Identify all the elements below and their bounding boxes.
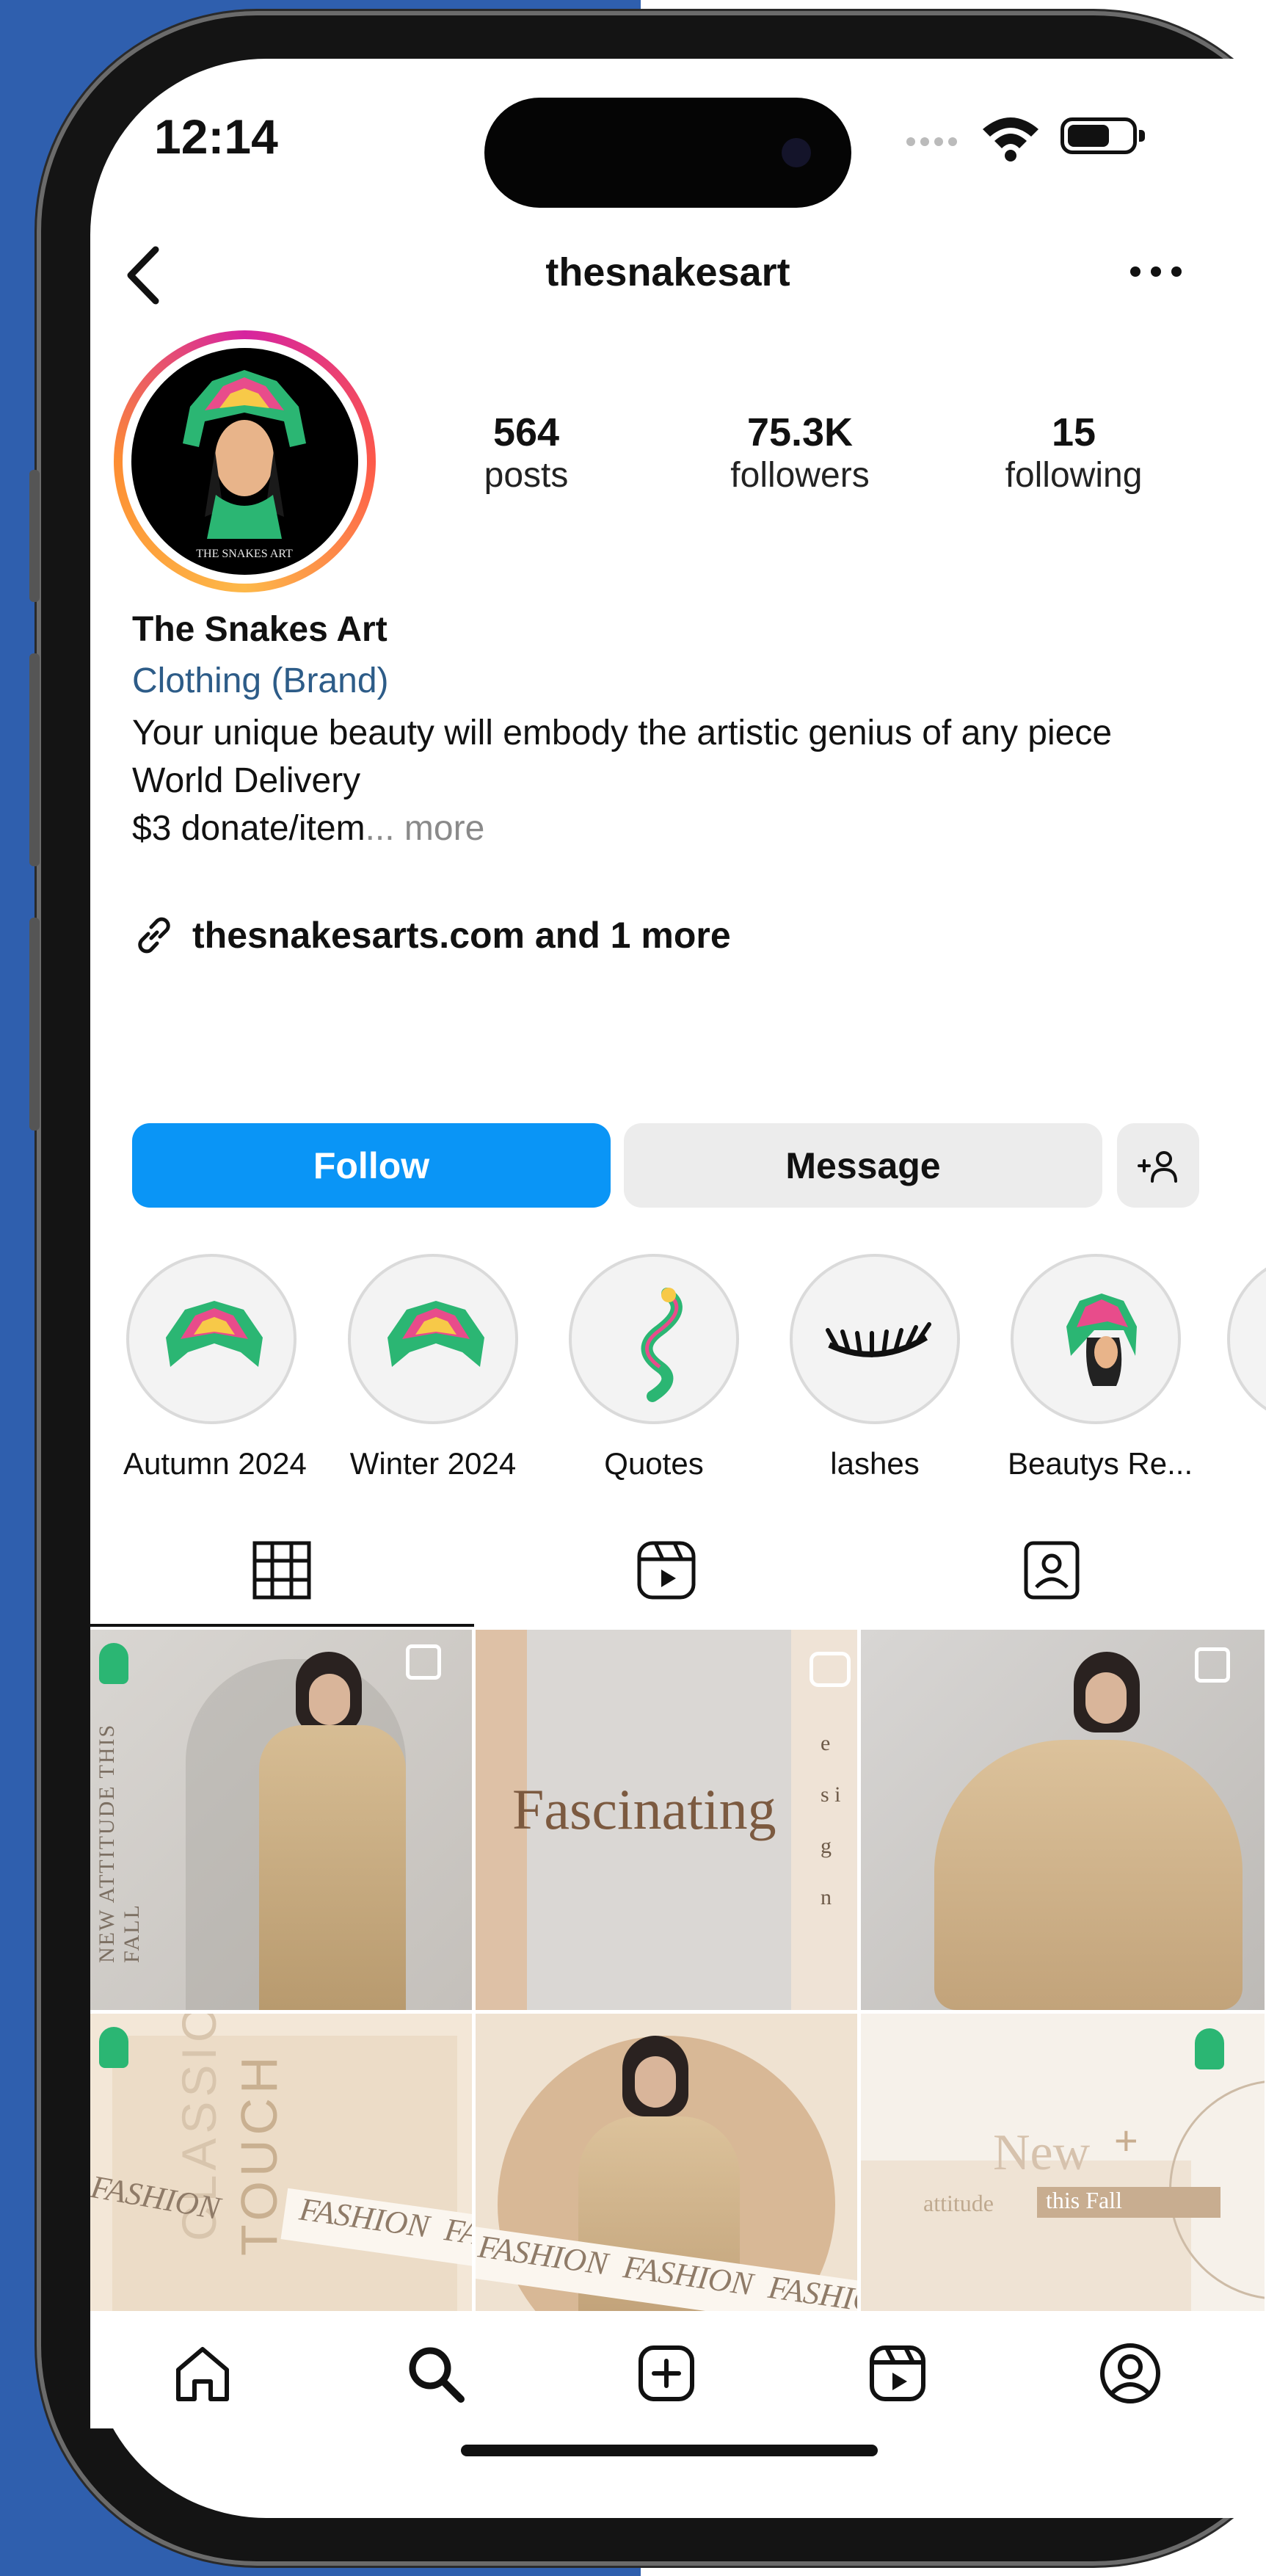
stat-posts[interactable]: 564 posts — [416, 410, 636, 497]
highlight-label: Beautys Re... — [1008, 1446, 1193, 1481]
reel-badge-icon — [810, 1652, 851, 1687]
stat-following[interactable]: 15 following — [964, 410, 1184, 497]
highlight-partial[interactable] — [1227, 1254, 1266, 1424]
post-word-this-fall: this Fall — [1037, 2187, 1220, 2218]
create-icon[interactable] — [633, 2340, 699, 2406]
stat-followers[interactable]: 75.3K followers — [690, 410, 910, 497]
highlight-beautys-re[interactable]: Beautys Re... — [1008, 1254, 1193, 1481]
post-figure-face — [1085, 1672, 1127, 1724]
brand-badge-icon — [99, 2027, 128, 2068]
bio-link-text: thesnakesarts.com and 1 more — [192, 915, 731, 956]
highlight-cover — [1011, 1254, 1181, 1424]
tagged-icon[interactable] — [1019, 1537, 1085, 1603]
post-word-touch: TOUCH — [230, 2052, 288, 2256]
post-figure-face — [635, 2056, 676, 2108]
post-panel — [861, 2160, 1191, 2315]
post-tile[interactable] — [861, 1630, 1265, 2010]
highlight-cover — [1227, 1254, 1266, 1424]
post-title: Fascinating — [512, 1777, 776, 1843]
bottom-nav — [90, 2311, 1266, 2428]
grid-icon[interactable] — [249, 1537, 315, 1603]
home-icon[interactable] — [170, 2340, 236, 2406]
following-label: following — [1005, 456, 1143, 496]
post-figure-dress — [259, 1725, 406, 2010]
add-person-icon — [1138, 1150, 1177, 1183]
bio-line-text: $3 donate/item — [132, 809, 365, 848]
profile-icon[interactable] — [1097, 2340, 1163, 2406]
search-icon[interactable] — [402, 2340, 468, 2406]
brand-badge-icon — [99, 1643, 128, 1684]
post-figure-dress — [934, 1740, 1243, 2010]
phone-side-button — [29, 653, 40, 866]
reels-icon[interactable] — [865, 2340, 931, 2406]
profile-username: thesnakesart — [545, 250, 790, 294]
post-title-text: Fascinating — [512, 1777, 776, 1841]
post-caption: NEW ATTITUDE THIS FALL — [95, 1723, 144, 1963]
bio-text: Your unique beauty will embody the artis… — [132, 709, 1174, 852]
bio-category[interactable]: Clothing (Brand) — [132, 661, 389, 701]
more-options-icon[interactable] — [1127, 264, 1185, 279]
avatar: THE SNAKES ART — [131, 348, 358, 575]
bio-line: $3 donate/item... more — [132, 805, 1174, 852]
bio-line: World Delivery — [132, 761, 361, 800]
highlight-label: Autumn 2024 — [123, 1446, 307, 1481]
message-button[interactable]: Message — [624, 1123, 1102, 1208]
bio-name: The Snakes Art — [132, 610, 388, 649]
eyelash-icon — [826, 1322, 931, 1357]
snake-icon — [641, 1288, 683, 1402]
post-word-attitude: attitude — [923, 2190, 994, 2216]
followers-count: 75.3K — [746, 410, 854, 454]
avatar-illustration: THE SNAKES ART — [183, 370, 306, 560]
headdress-portrait-icon — [1066, 1294, 1137, 1386]
highlight-cover — [126, 1254, 297, 1424]
post-tile[interactable]: Fascinating e s i g n — [476, 1630, 857, 2010]
wifi-icon — [983, 117, 1038, 162]
link-icon — [138, 917, 170, 954]
avatar-story-ring[interactable]: THE SNAKES ART — [114, 330, 376, 592]
highlight-cover — [348, 1254, 518, 1424]
bio-link[interactable]: thesnakesarts.com and 1 more — [132, 913, 731, 957]
carousel-icon — [406, 1644, 441, 1680]
plus-decoration-icon: + — [1114, 2117, 1138, 2163]
highlight-autumn-2024[interactable]: Autumn 2024 — [123, 1254, 307, 1481]
highlight-cover — [790, 1254, 960, 1424]
home-indicator[interactable] — [461, 2445, 878, 2456]
battery-icon — [1061, 117, 1145, 154]
status-time: 12:14 — [154, 109, 278, 164]
signal-icon — [906, 137, 967, 147]
reels-icon[interactable] — [633, 1537, 699, 1603]
highlight-cover — [569, 1254, 739, 1424]
phone-side-button — [29, 470, 40, 602]
follow-button[interactable]: Follow — [132, 1123, 611, 1208]
suggest-people-button[interactable] — [1117, 1123, 1199, 1208]
highlight-label: Quotes — [604, 1446, 704, 1481]
followers-label: followers — [730, 456, 870, 496]
highlight-winter-2024[interactable]: Winter 2024 — [345, 1254, 521, 1481]
post-tile[interactable]: New attitude this Fall + — [861, 2014, 1265, 2315]
post-tile[interactable]: FASHION FASHION FASHION FASHION — [476, 2014, 857, 2315]
posts-label: posts — [484, 456, 569, 496]
brand-badge-icon — [1195, 2028, 1224, 2069]
back-arrow-icon[interactable] — [117, 242, 169, 308]
post-figure-face — [309, 1674, 350, 1725]
avatar-caption: THE SNAKES ART — [196, 548, 293, 560]
bio-line: Your unique beauty will embody the artis… — [132, 714, 1113, 752]
carousel-icon — [1195, 1647, 1230, 1683]
following-count: 15 — [1051, 410, 1096, 454]
dynamic-island — [484, 98, 851, 208]
highlight-lashes[interactable]: lashes — [787, 1254, 963, 1481]
bio-more-link[interactable]: ... more — [365, 809, 485, 848]
post-tile[interactable]: CLASSIC TOUCH FASHION FASHION FASHION FA… — [90, 2014, 472, 2315]
post-word-new: New — [993, 2125, 1091, 2181]
highlight-quotes[interactable]: Quotes — [566, 1254, 742, 1481]
highlight-label: lashes — [830, 1446, 920, 1481]
highlight-label: Winter 2024 — [349, 1446, 517, 1481]
posts-count: 564 — [492, 410, 560, 454]
post-side-text: e s i g n — [821, 1731, 841, 1909]
post-tile[interactable]: NEW ATTITUDE THIS FALL — [90, 1630, 472, 2010]
phone-side-button — [29, 918, 40, 1131]
headdress-icon — [166, 1301, 263, 1367]
active-tab-indicator — [90, 1624, 474, 1627]
headdress-icon — [388, 1301, 484, 1367]
